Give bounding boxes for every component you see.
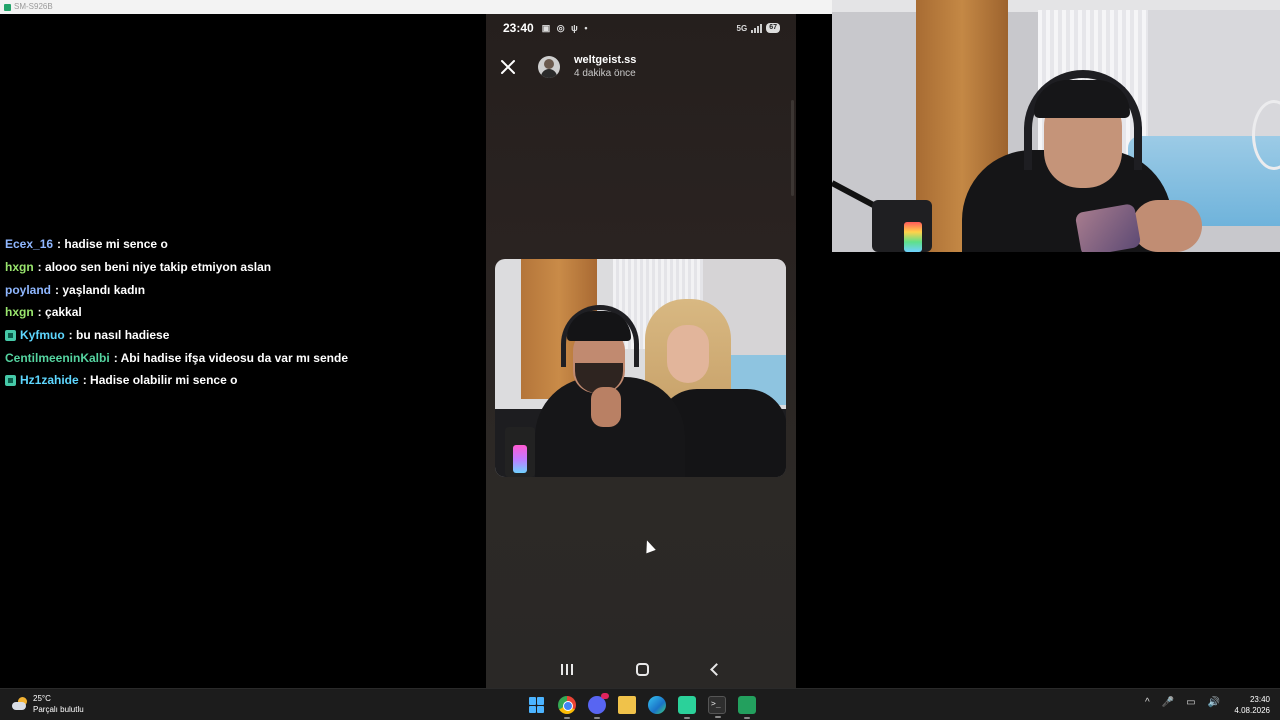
partly-cloudy-icon	[12, 696, 28, 712]
chat-username[interactable]: poyland	[5, 283, 51, 297]
story-time: 4 dakika önce	[574, 68, 636, 79]
chat-text: Abi hadise ifşa videosu da var mı sende	[114, 351, 348, 365]
story-username[interactable]: weltgeist.ss	[574, 54, 636, 67]
chat-text: alooo sen beni niye takip etmiyon aslan	[38, 260, 271, 274]
android-nav-bar	[486, 656, 796, 682]
taskbar-clock[interactable]: 23:40 4.08.2026	[1234, 694, 1270, 716]
chat-message: hxgn alooo sen beni niye takip etmiyon as…	[5, 256, 475, 279]
window-title: SM-S926B	[14, 2, 53, 11]
chat-username[interactable]: CentilmeeninKalbi	[5, 351, 110, 365]
chat-username[interactable]: Kyfmuo	[20, 328, 65, 342]
chat-text: hadise mi sence o	[57, 237, 167, 251]
green-app-icon[interactable]	[678, 696, 696, 719]
tray-overflow-icon[interactable]: ^	[1145, 697, 1150, 708]
recents-icon[interactable]	[561, 663, 574, 675]
chat-username[interactable]: hxgn	[5, 260, 34, 274]
chat-username[interactable]: hxgn	[5, 305, 34, 319]
status-time: 23:40	[503, 21, 534, 35]
system-tray: ^ 🎤 ▭ 🔊	[1145, 697, 1220, 708]
chat-username[interactable]: Hz1zahide	[20, 373, 79, 387]
windows-taskbar: 25°C Parçalı bulutlu ^ 🎤 ▭ 🔊 23:40 4.08.…	[0, 688, 1280, 720]
status-bar: 23:40 ▣ ◎ ψ • 5G 67	[486, 14, 796, 42]
mirror-window-titlebar[interactable]: SM-S926B	[0, 0, 832, 14]
chat-text: çakkal	[38, 305, 82, 319]
network-icon[interactable]: ▭	[1186, 697, 1195, 708]
chat-text: yaşlandı kadın	[55, 283, 145, 297]
subscriber-badge-icon	[5, 374, 16, 386]
clock-date: 4.08.2026	[1234, 706, 1270, 715]
home-icon[interactable]	[635, 662, 649, 676]
chat-message: Hz1zahide Hadise olabilir mi sence o	[5, 369, 475, 392]
taskbar-apps	[528, 693, 756, 719]
phone-screen[interactable]: 23:40 ▣ ◎ ψ • 5G 67 weltgeist.ss 4 dakik…	[486, 14, 796, 688]
mirror-app-icon[interactable]	[738, 696, 756, 719]
start-icon[interactable]	[528, 696, 546, 714]
edge-icon[interactable]	[648, 696, 666, 714]
subscriber-badge-icon	[5, 329, 16, 341]
volume-icon[interactable]: 🔊	[1208, 697, 1220, 708]
avatar[interactable]	[538, 56, 560, 78]
chat-text: Hadise olabilir mi sence o	[83, 373, 237, 387]
weather-temp: 25°C	[33, 694, 51, 703]
chrome-icon[interactable]	[558, 696, 576, 719]
back-icon[interactable]	[709, 662, 723, 676]
weather-desc: Parçalı bulutlu	[33, 705, 84, 714]
chat-text: bu nasıl hadiese	[69, 328, 169, 342]
story-photo[interactable]	[495, 259, 786, 477]
network-label: 5G	[736, 23, 748, 33]
chat-message: Ecex_16 hadise mi sence o	[5, 233, 475, 256]
terminal-icon[interactable]	[708, 696, 726, 718]
close-icon[interactable]	[486, 50, 530, 84]
microphone-icon[interactable]: 🎤	[1162, 697, 1174, 708]
file-explorer-icon[interactable]	[618, 696, 636, 714]
chat-message: CentilmeeninKalbi Abi hadise ifşa videosu…	[5, 346, 475, 369]
mouse-cursor-icon	[642, 538, 656, 554]
chat-username[interactable]: Ecex_16	[5, 237, 53, 251]
discord-icon[interactable]	[588, 693, 609, 719]
status-icons: ▣ ◎ ψ •	[541, 22, 590, 33]
chat-overlay: Ecex_16 hadise mi sence o hxgn alooo sen be…	[5, 233, 475, 392]
app-icon	[4, 3, 11, 11]
chat-message: Kyfmuo bu nasıl hadiese	[5, 324, 475, 347]
webcam-feed	[832, 0, 1280, 252]
story-header: weltgeist.ss 4 dakika önce	[486, 50, 796, 84]
clock-time: 23:40	[1249, 695, 1270, 704]
chat-message: poyland yaşlandı kadın	[5, 278, 475, 301]
battery-icon: 67	[766, 23, 780, 33]
scroll-indicator	[791, 100, 794, 196]
weather-widget[interactable]: 25°C Parçalı bulutlu	[12, 693, 84, 715]
signal-icon	[751, 23, 763, 33]
chat-message: hxgn çakkal	[5, 301, 475, 324]
